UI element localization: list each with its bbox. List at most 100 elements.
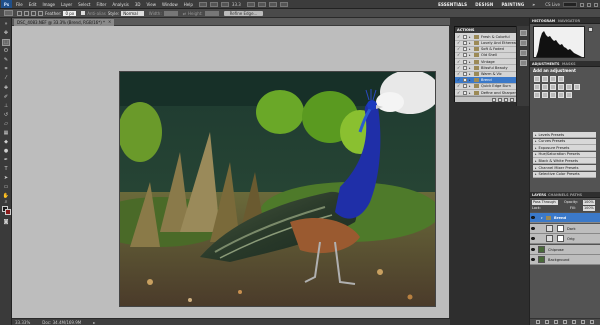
expand-triangle-icon[interactable]: ▸ [535, 146, 537, 150]
expand-triangle-icon[interactable]: ▸ [469, 47, 472, 51]
move-tool-icon[interactable]: ✥ [2, 30, 10, 37]
zoom-tool-icon[interactable] [257, 1, 266, 7]
channel-mixer-icon[interactable] [574, 84, 580, 90]
type-tool-icon[interactable]: T [2, 166, 10, 173]
link-layers-icon[interactable] [536, 320, 540, 324]
adjustment-preset-row[interactable]: ▸ Curves Presets [533, 138, 596, 145]
new-set-icon[interactable] [510, 97, 514, 102]
refine-edge-button[interactable]: Refine Edge... [223, 10, 264, 16]
healing-brush-tool-icon[interactable]: ✚ [2, 85, 10, 92]
mini-bridge-icon[interactable] [209, 1, 218, 7]
pen-tool-icon[interactable]: ✒ [2, 157, 10, 164]
path-selection-tool-icon[interactable]: ➤ [2, 175, 10, 182]
actions-panel-icon[interactable] [520, 40, 527, 46]
clone-stamp-tool-icon[interactable]: ⊥ [2, 103, 10, 110]
dialog-toggle-icon[interactable] [463, 34, 467, 39]
menu-layer[interactable]: Layer [61, 2, 72, 7]
workspace-design[interactable]: DESIGN [475, 2, 493, 7]
dialog-toggle-icon[interactable] [463, 90, 467, 95]
expand-triangle-icon[interactable]: ▸ [469, 84, 472, 88]
action-toggle-checkmark-icon[interactable]: ✓ [457, 65, 461, 70]
style-select[interactable]: Normal [121, 10, 144, 16]
history-brush-tool-icon[interactable]: ↺ [2, 112, 10, 119]
quick-mask-icon[interactable]: ◙ [2, 219, 10, 226]
delete-layer-icon[interactable] [590, 320, 594, 324]
masks-tab[interactable]: MASKS [562, 62, 576, 66]
workspace-essentials[interactable]: ESSENTIALS [438, 2, 467, 7]
invert-icon[interactable] [534, 92, 540, 98]
new-group-icon[interactable] [572, 320, 576, 324]
expand-triangle-icon[interactable]: ▸ [469, 60, 472, 64]
action-toggle-checkmark-icon[interactable]: ✓ [457, 40, 461, 45]
help-search-input[interactable] [563, 2, 577, 7]
gradient-tool-icon[interactable]: ▦ [2, 130, 10, 137]
tool-preset-picker[interactable] [4, 10, 13, 16]
menu-view[interactable]: View [147, 2, 157, 7]
vibrance-icon[interactable] [534, 84, 540, 90]
menu-filter[interactable]: Filter [96, 2, 106, 7]
channels-tab[interactable]: CHANNELS [548, 193, 569, 197]
navigator-tab[interactable]: NAVIGATOR [558, 19, 580, 23]
adjustment-preset-row[interactable]: ▸ Selective Color Presets [533, 171, 596, 178]
layer-row[interactable]: Dark [530, 223, 600, 234]
visibility-eye-icon[interactable] [531, 226, 535, 230]
action-toggle-checkmark-icon[interactable]: ✓ [457, 53, 461, 57]
curves-icon[interactable] [550, 76, 556, 82]
threshold-icon[interactable] [550, 92, 556, 98]
visibility-eye-icon[interactable] [531, 247, 535, 251]
brush-tool-icon[interactable]: ✐ [2, 94, 10, 101]
color-balance-icon[interactable] [550, 84, 556, 90]
menu-window[interactable]: Window [162, 2, 178, 7]
expand-triangle-icon[interactable]: ▸ [469, 53, 472, 57]
expand-triangle-icon[interactable]: ▸ [469, 91, 472, 95]
levels-icon[interactable] [542, 76, 548, 82]
visibility-eye-icon[interactable] [531, 258, 535, 261]
close-icon[interactable] [594, 2, 598, 7]
adjustment-preset-row[interactable]: ▸ Hue/Saturation Presets [533, 151, 596, 158]
expand-triangle-icon[interactable]: ▸ [469, 72, 472, 76]
expand-triangle-icon[interactable]: ▸ [469, 78, 472, 82]
record-icon[interactable] [498, 97, 502, 102]
paths-tab[interactable]: PATHS [570, 193, 582, 197]
expand-triangle-icon[interactable]: ▸ [469, 41, 472, 45]
layer-row[interactable]: Background [530, 255, 600, 265]
add-selection-icon[interactable] [24, 10, 29, 16]
lasso-tool-icon[interactable]: ʘ [2, 48, 10, 55]
dialog-toggle-icon[interactable] [463, 59, 467, 64]
dialog-toggle-icon[interactable] [463, 65, 467, 70]
eraser-tool-icon[interactable]: ▱ [2, 121, 10, 128]
menu-3d[interactable]: 3D [135, 2, 141, 7]
arrange-documents-icon[interactable] [268, 1, 277, 7]
expand-triangle-icon[interactable]: ▸ [535, 159, 537, 163]
width-input[interactable] [163, 10, 178, 16]
document-tab[interactable]: DSC_4083.NEF @ 33.3% (Brend, RGB/16*) * [14, 19, 114, 26]
expand-triangle-icon[interactable]: ▸ [535, 172, 537, 176]
zoom-tool-icon[interactable]: ⌕ [2, 199, 10, 206]
menu-analysis[interactable]: Analysis [112, 2, 128, 7]
cs-live-button[interactable]: CS Live [545, 2, 560, 7]
adjustment-preset-row[interactable]: ▸ Exposure Presets [533, 145, 596, 152]
dialog-toggle-icon[interactable] [463, 47, 467, 52]
peacock-photo[interactable] [119, 71, 436, 307]
menu-select[interactable]: Select [78, 2, 90, 7]
actions-tab[interactable]: ACTIONS [457, 28, 474, 32]
layer-row[interactable]: Chiprose [530, 244, 600, 255]
background-color-swatch[interactable] [5, 209, 11, 215]
shape-tool-icon[interactable]: ▭ [2, 184, 10, 191]
brush-panel-icon[interactable] [520, 50, 527, 56]
dialog-toggle-icon[interactable] [463, 53, 467, 58]
subtract-selection-icon[interactable] [31, 10, 36, 16]
dodge-tool-icon[interactable]: ● [2, 148, 10, 155]
maximize-icon[interactable] [587, 2, 591, 7]
marquee-tool-icon[interactable]: ⬚ [2, 39, 10, 46]
action-toggle-checkmark-icon[interactable]: ✓ [457, 84, 461, 88]
exposure-icon[interactable] [558, 76, 564, 82]
play-selection-icon[interactable] [504, 97, 508, 102]
zoom-level[interactable]: 33.3 [232, 2, 241, 7]
dialog-toggle-icon[interactable] [463, 84, 467, 89]
layer-row[interactable]: Orig [530, 234, 600, 244]
layer-row[interactable]: ▾ Brend [530, 213, 600, 223]
expand-triangle-icon[interactable]: ▸ [535, 139, 537, 143]
new-selection-icon[interactable] [17, 10, 22, 16]
dialog-toggle-icon[interactable] [463, 78, 467, 83]
